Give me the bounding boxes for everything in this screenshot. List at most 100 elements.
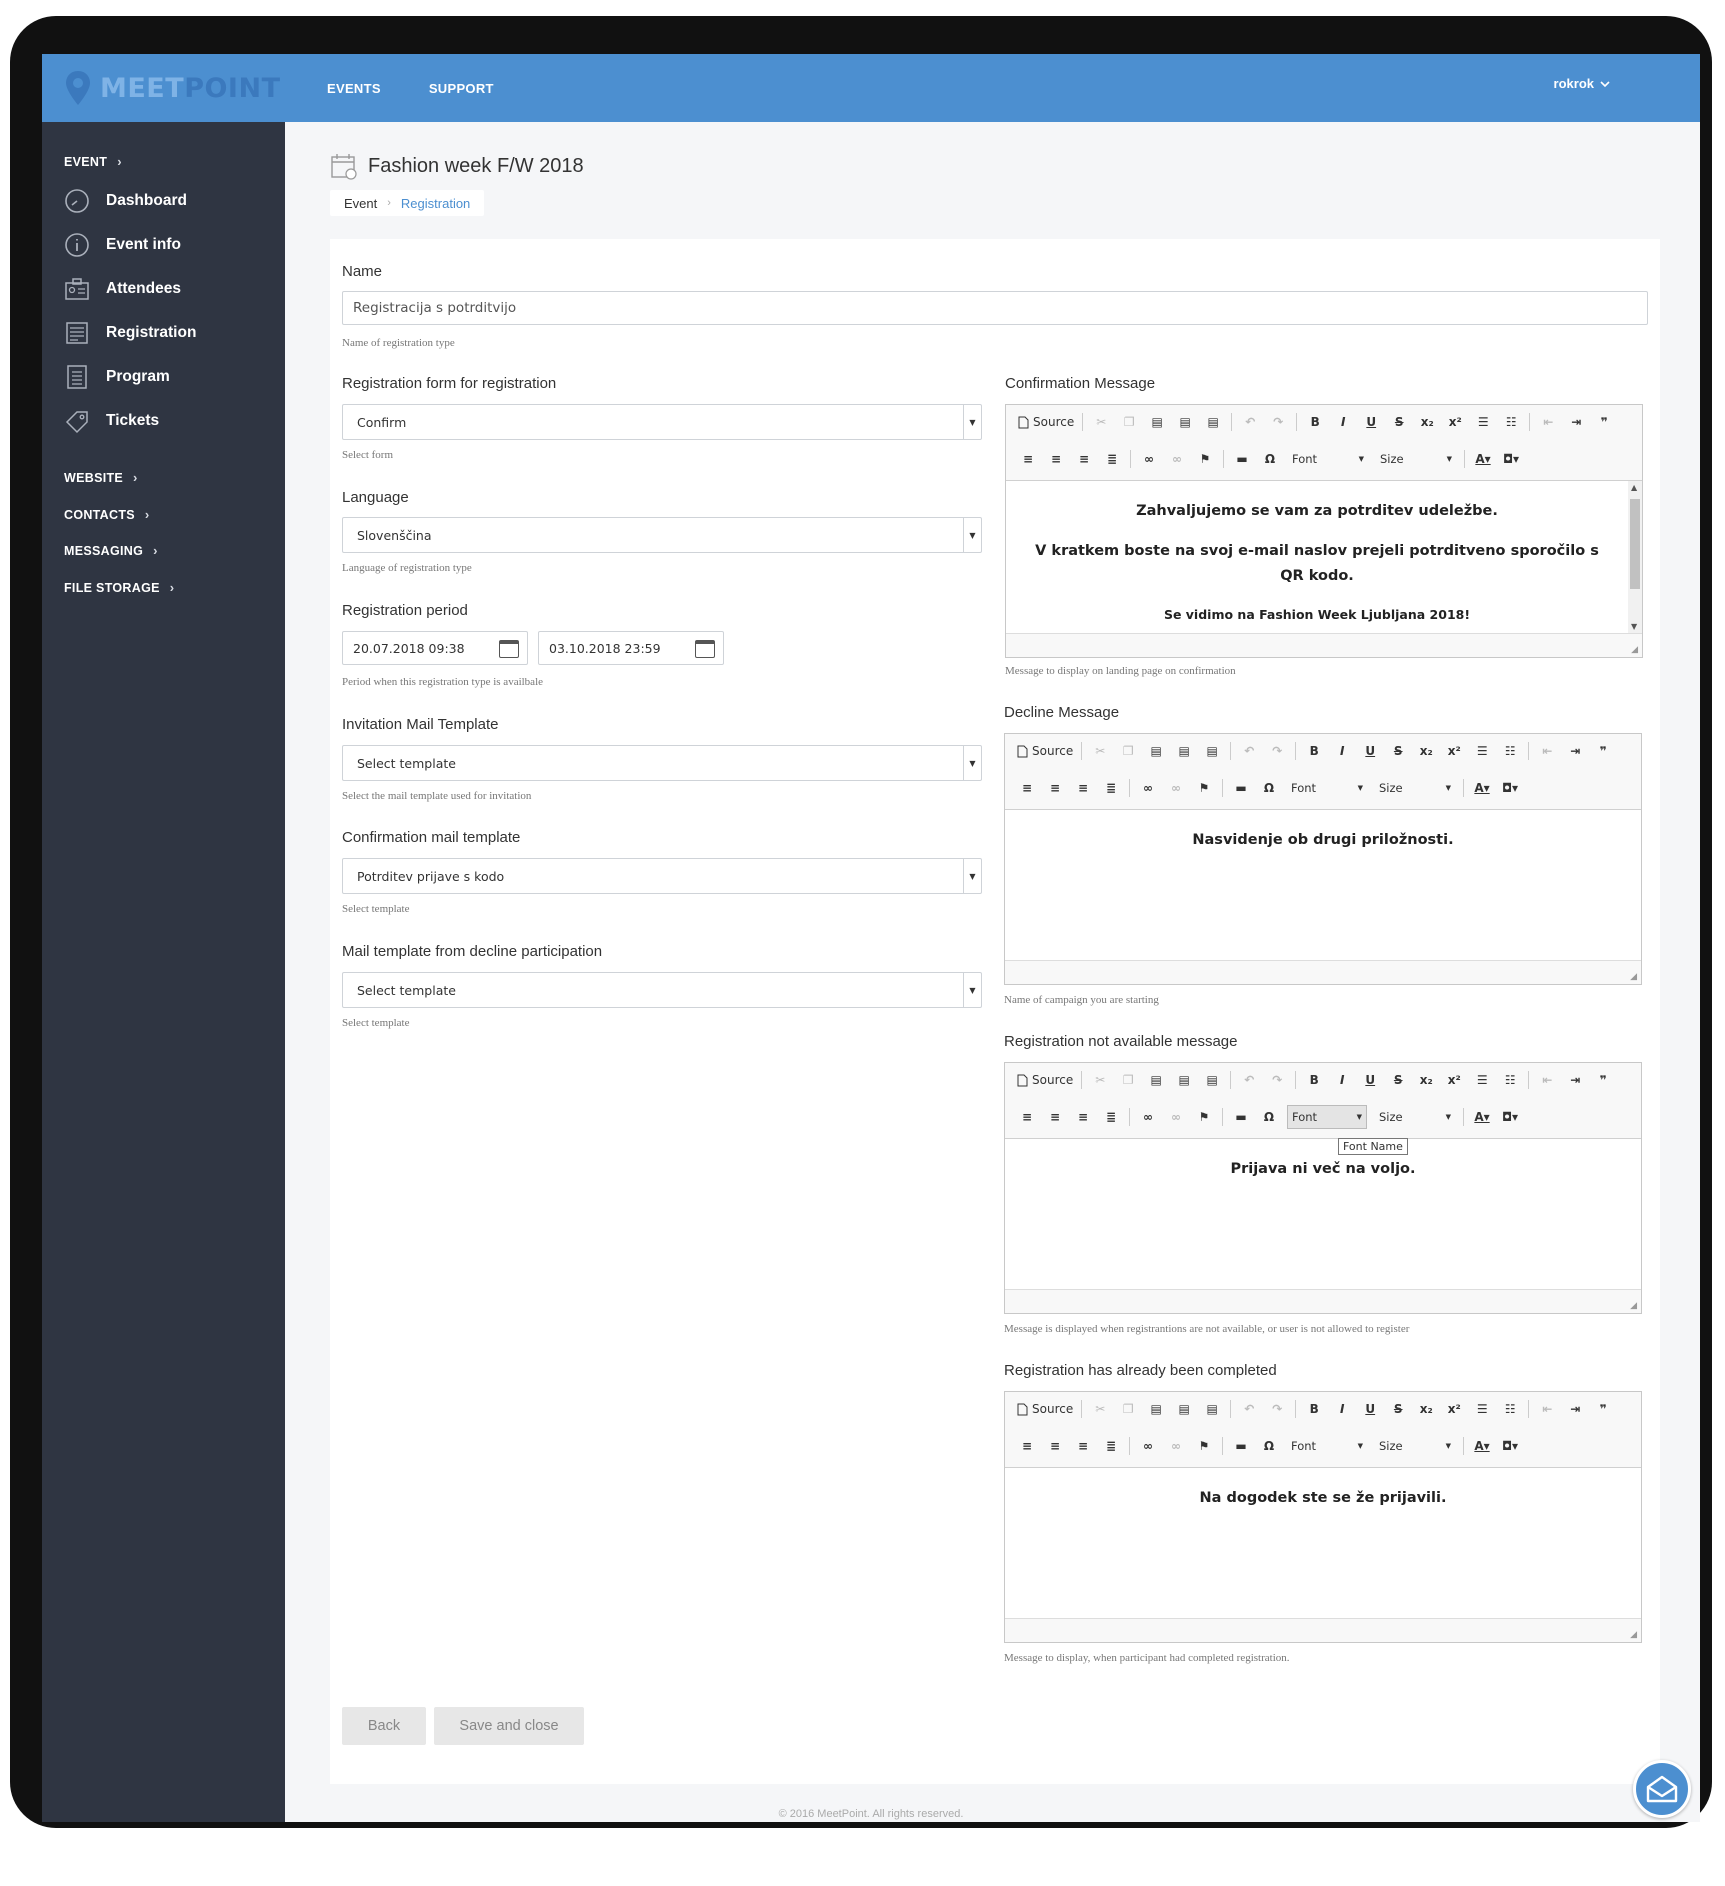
confirm-tpl-select[interactable]: Potrditev prijave s kodo ▼ <box>342 858 982 894</box>
font-dropdown[interactable]: Font ▼ <box>1287 1434 1367 1458</box>
outdent-icon[interactable]: ⇤ <box>1538 415 1558 429</box>
bulleted-list-icon[interactable]: ☷ <box>1501 415 1521 429</box>
editor-resize-bar[interactable] <box>1006 633 1642 657</box>
align-center-icon[interactable]: ≡ <box>1045 1110 1065 1124</box>
source-button[interactable]: Source <box>1017 1073 1073 1087</box>
underline-button[interactable]: U <box>1360 744 1380 758</box>
superscript-button[interactable]: x² <box>1444 744 1464 758</box>
cut-icon[interactable]: ✂ <box>1090 1402 1110 1416</box>
decline-tpl-select[interactable]: Select template ▼ <box>342 972 982 1008</box>
align-right-icon[interactable]: ≡ <box>1074 452 1094 466</box>
align-center-icon[interactable]: ≡ <box>1046 452 1066 466</box>
redo-icon[interactable]: ↷ <box>1267 1073 1287 1087</box>
background-color-icon[interactable]: ◘▾ <box>1500 1110 1520 1124</box>
italic-button[interactable]: I <box>1332 744 1352 758</box>
language-select[interactable]: Slovenščina ▼ <box>342 517 982 553</box>
regform-select[interactable]: Confirm ▼ <box>342 404 982 440</box>
cut-icon[interactable]: ✂ <box>1091 415 1111 429</box>
text-color-icon[interactable]: A▾ <box>1473 452 1493 466</box>
editor-content[interactable]: Prijava ni več na voljo. <box>1005 1139 1641 1289</box>
copy-icon[interactable]: ❐ <box>1118 1073 1138 1087</box>
paste-icon[interactable]: ▤ <box>1147 415 1167 429</box>
special-char-button[interactable]: Ω <box>1259 1439 1279 1453</box>
italic-button[interactable]: I <box>1333 415 1353 429</box>
numbered-list-icon[interactable]: ☰ <box>1472 744 1492 758</box>
size-dropdown[interactable]: Size ▼ <box>1375 1434 1455 1458</box>
calendar-icon[interactable] <box>695 640 715 658</box>
paste-text-icon[interactable]: ▤ <box>1174 744 1194 758</box>
chat-button[interactable] <box>1633 1760 1691 1818</box>
special-char-button[interactable]: Ω <box>1259 1110 1279 1124</box>
link-icon[interactable]: ∞ <box>1139 452 1159 466</box>
strike-button[interactable]: S <box>1388 1402 1408 1416</box>
user-menu[interactable]: rokrok <box>1554 76 1610 91</box>
horizontal-rule-icon[interactable]: ▬ <box>1231 1439 1251 1453</box>
anchor-flag-icon[interactable]: ⚑ <box>1194 1439 1214 1453</box>
copy-icon[interactable]: ❐ <box>1119 415 1139 429</box>
sidebar-item-program[interactable]: Program <box>64 364 170 390</box>
blockquote-icon[interactable]: ❞ <box>1593 1402 1613 1416</box>
editor-resize-bar[interactable] <box>1005 1618 1641 1642</box>
invite-select[interactable]: Select template ▼ <box>342 745 982 781</box>
editor-resize-bar[interactable] <box>1005 960 1641 984</box>
superscript-button[interactable]: x² <box>1444 1402 1464 1416</box>
link-icon[interactable]: ∞ <box>1138 1439 1158 1453</box>
back-button[interactable]: Back <box>342 1707 426 1745</box>
scroll-up-icon[interactable]: ▲ <box>1631 483 1637 492</box>
unlink-icon[interactable]: ∞ <box>1166 781 1186 795</box>
numbered-list-icon[interactable]: ☰ <box>1472 1402 1492 1416</box>
indent-icon[interactable]: ⇥ <box>1566 415 1586 429</box>
bold-button[interactable]: B <box>1304 1073 1324 1087</box>
undo-icon[interactable]: ↶ <box>1239 1073 1259 1087</box>
size-dropdown[interactable]: Size ▼ <box>1376 447 1456 471</box>
outdent-icon[interactable]: ⇤ <box>1537 744 1557 758</box>
undo-icon[interactable]: ↶ <box>1239 744 1259 758</box>
name-input[interactable]: Registracija s potrditvijo <box>342 291 1648 325</box>
blockquote-icon[interactable]: ❞ <box>1593 1073 1613 1087</box>
background-color-icon[interactable]: ◘▾ <box>1500 1439 1520 1453</box>
align-center-icon[interactable]: ≡ <box>1045 781 1065 795</box>
sidebar-section-event[interactable]: EVENT › <box>64 154 122 169</box>
sidebar-section-website[interactable]: WEBSITE › <box>64 470 138 485</box>
outdent-icon[interactable]: ⇤ <box>1537 1402 1557 1416</box>
cut-icon[interactable]: ✂ <box>1090 1073 1110 1087</box>
redo-icon[interactable]: ↷ <box>1268 415 1288 429</box>
breadcrumb-registration[interactable]: Registration <box>401 196 470 211</box>
strike-button[interactable]: S <box>1389 415 1409 429</box>
anchor-flag-icon[interactable]: ⚑ <box>1194 1110 1214 1124</box>
sidebar-section-file-storage[interactable]: FILE STORAGE › <box>64 580 174 595</box>
sidebar-item-event-info[interactable]: Event info <box>64 232 181 258</box>
breadcrumb-event[interactable]: Event <box>344 196 377 211</box>
sidebar-item-dashboard[interactable]: Dashboard <box>64 188 187 214</box>
align-center-icon[interactable]: ≡ <box>1045 1439 1065 1453</box>
subscript-button[interactable]: x₂ <box>1416 744 1436 758</box>
special-char-button[interactable]: Ω <box>1259 781 1279 795</box>
numbered-list-icon[interactable]: ☰ <box>1473 415 1493 429</box>
align-justify-icon[interactable]: ≣ <box>1102 452 1122 466</box>
align-left-icon[interactable]: ≡ <box>1017 781 1037 795</box>
indent-icon[interactable]: ⇥ <box>1565 744 1585 758</box>
horizontal-rule-icon[interactable]: ▬ <box>1231 781 1251 795</box>
align-right-icon[interactable]: ≡ <box>1073 781 1093 795</box>
underline-button[interactable]: U <box>1360 1073 1380 1087</box>
period-end-input[interactable]: 03.10.2018 23:59 <box>538 631 724 665</box>
indent-icon[interactable]: ⇥ <box>1565 1402 1585 1416</box>
editor-content[interactable]: Nasvidenje ob drugi priložnosti. <box>1005 810 1641 960</box>
special-char-button[interactable]: Ω <box>1260 452 1280 466</box>
scroll-down-icon[interactable]: ▼ <box>1631 622 1637 631</box>
font-dropdown[interactable]: Font ▼ <box>1288 447 1368 471</box>
align-right-icon[interactable]: ≡ <box>1073 1439 1093 1453</box>
align-justify-icon[interactable]: ≣ <box>1101 781 1121 795</box>
editor-content[interactable]: Zahvaljujemo se vam za potrditev udeležb… <box>1006 481 1642 633</box>
font-dropdown[interactable]: Font ▼ <box>1287 1105 1367 1129</box>
align-justify-icon[interactable]: ≣ <box>1101 1439 1121 1453</box>
align-left-icon[interactable]: ≡ <box>1018 452 1038 466</box>
editor-content[interactable]: Na dogodek ste se že prijavili. <box>1005 1468 1641 1618</box>
align-left-icon[interactable]: ≡ <box>1017 1439 1037 1453</box>
font-dropdown[interactable]: Font ▼ <box>1287 776 1367 800</box>
calendar-icon[interactable] <box>499 640 519 658</box>
source-button[interactable]: Source <box>1017 1402 1073 1416</box>
subscript-button[interactable]: x₂ <box>1416 1073 1436 1087</box>
sidebar-section-contacts[interactable]: CONTACTS › <box>64 507 150 522</box>
align-right-icon[interactable]: ≡ <box>1073 1110 1093 1124</box>
